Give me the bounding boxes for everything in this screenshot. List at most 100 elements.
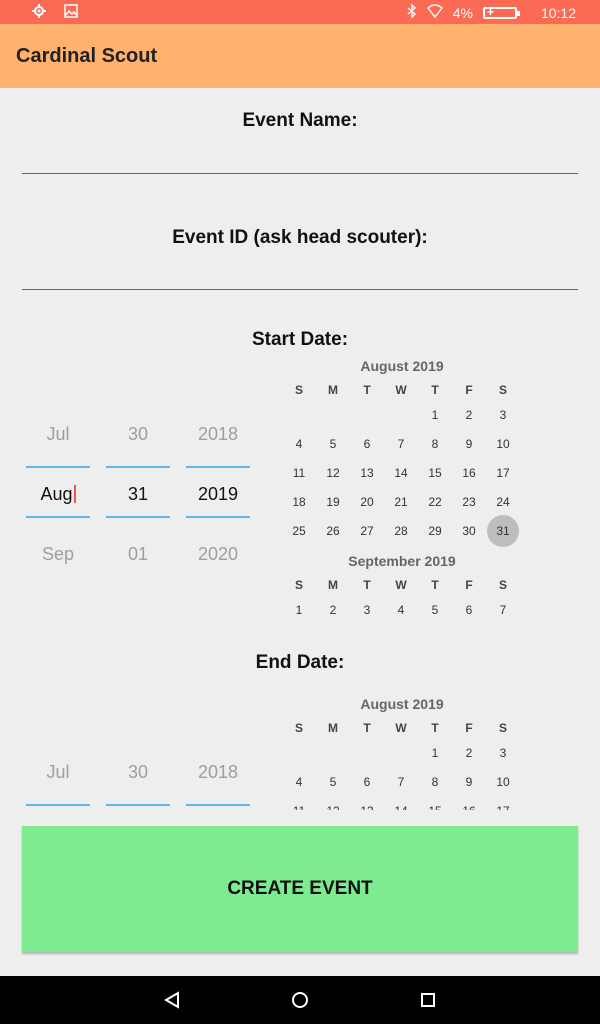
calendar-day[interactable]: 7: [384, 775, 418, 789]
end-year-spinner[interactable]: 2018: [186, 746, 250, 806]
start-month-next[interactable]: Sep: [26, 544, 90, 565]
calendar-day[interactable]: 28: [384, 524, 418, 538]
start-month-value: Aug: [40, 484, 73, 504]
event-name-label: Event Name:: [242, 110, 358, 131]
calendar-day[interactable]: 26: [316, 524, 350, 538]
event-name-underline: [22, 173, 578, 174]
calendar-day[interactable]: 2: [452, 746, 486, 760]
end-month-prev[interactable]: Jul: [26, 762, 90, 783]
calendar-day[interactable]: 4: [282, 775, 316, 789]
calendar-day[interactable]: 6: [350, 437, 384, 451]
calendar-day[interactable]: 12: [316, 466, 350, 480]
calendar-day[interactable]: 17: [486, 466, 520, 480]
calendar-day[interactable]: 22: [418, 495, 452, 509]
end-day-spinner[interactable]: 30: [106, 746, 170, 806]
calendar-day[interactable]: 1: [418, 408, 452, 422]
calendar-day[interactable]: 1: [282, 603, 316, 617]
calendar-day[interactable]: 14: [384, 804, 418, 810]
calendar-day[interactable]: 7: [384, 437, 418, 451]
calendar-weekday-header: M: [328, 578, 338, 592]
calendar-day[interactable]: 29: [418, 524, 452, 538]
calendar-day[interactable]: 17: [486, 804, 520, 810]
image-icon: [64, 4, 78, 23]
calendar-day[interactable]: 10: [486, 775, 520, 789]
start-day-next[interactable]: 01: [106, 544, 170, 565]
calendar-day[interactable]: 5: [418, 603, 452, 617]
calendar-day[interactable]: 15: [418, 466, 452, 480]
calendar-day[interactable]: 3: [350, 603, 384, 617]
recents-button[interactable]: [412, 984, 444, 1016]
calendar-day[interactable]: 3: [486, 746, 520, 760]
start-month-prev[interactable]: Jul: [26, 424, 90, 445]
event-name-input[interactable]: [22, 138, 578, 174]
calendar-day[interactable]: 5: [316, 775, 350, 789]
calendar-day[interactable]: 2: [452, 408, 486, 422]
calendar-weekday-header: T: [431, 721, 439, 735]
calendar-day[interactable]: 21: [384, 495, 418, 509]
start-year-current[interactable]: 2019: [186, 484, 250, 505]
calendar-day[interactable]: 15: [418, 804, 452, 810]
calendar-day[interactable]: 20: [350, 495, 384, 509]
text-cursor: [73, 485, 76, 503]
calendar-day[interactable]: 30: [452, 524, 486, 538]
calendar-day[interactable]: 9: [452, 775, 486, 789]
start-day-prev[interactable]: 30: [106, 424, 170, 445]
calendar-day[interactable]: 12: [316, 804, 350, 810]
calendar-day[interactable]: 14: [384, 466, 418, 480]
end-month-spinner[interactable]: Jul: [26, 746, 90, 806]
calendar-day[interactable]: 24: [486, 495, 520, 509]
calendar-day[interactable]: 16: [452, 466, 486, 480]
calendar-day[interactable]: 18: [282, 495, 316, 509]
start-year-prev[interactable]: 2018: [186, 424, 250, 445]
calendar-weekday-header: T: [431, 383, 439, 397]
start-year-next[interactable]: 2020: [186, 544, 250, 565]
calendar-day[interactable]: 4: [282, 437, 316, 451]
calendar-day[interactable]: 3: [486, 408, 520, 422]
start-month-spinner[interactable]: Jul Aug Sep: [26, 408, 90, 588]
calendar-weekday-header: W: [395, 578, 407, 592]
picker-divider: [26, 466, 90, 468]
battery-charging-icon: +: [482, 5, 520, 19]
calendar-day[interactable]: 2: [316, 603, 350, 617]
calendar-day[interactable]: 13: [350, 804, 384, 810]
calendar-weekday-header: T: [363, 578, 371, 592]
calendar-day[interactable]: 1: [418, 746, 452, 760]
home-button[interactable]: [284, 984, 316, 1016]
calendar-day[interactable]: 23: [452, 495, 486, 509]
calendar-day[interactable]: 27: [350, 524, 384, 538]
end-year-prev[interactable]: 2018: [186, 762, 250, 783]
calendar-day[interactable]: 8: [418, 437, 452, 451]
start-day-current[interactable]: 31: [106, 484, 170, 505]
picker-divider: [186, 804, 250, 806]
calendar-day[interactable]: 10: [486, 437, 520, 451]
calendar-month-title: September 2019: [348, 553, 456, 569]
end-day-prev[interactable]: 30: [106, 762, 170, 783]
calendar-day[interactable]: 11: [282, 804, 316, 810]
back-button[interactable]: [156, 984, 188, 1016]
calendar-day[interactable]: 6: [350, 775, 384, 789]
calendar-day[interactable]: 11: [282, 466, 316, 480]
start-day-spinner[interactable]: 30 31 01: [106, 408, 170, 588]
picker-divider: [186, 466, 250, 468]
event-id-input[interactable]: [22, 254, 578, 290]
start-year-spinner[interactable]: 2018 2019 2020: [186, 408, 250, 588]
battery-percent: 4%: [452, 4, 473, 21]
calendar-day[interactable]: 6: [452, 603, 486, 617]
calendar-weekday-header: S: [498, 721, 507, 735]
calendar-day[interactable]: 7: [486, 603, 520, 617]
calendar-day[interactable]: 19: [316, 495, 350, 509]
calendar-day[interactable]: 5: [316, 437, 350, 451]
calendar-day[interactable]: 4: [384, 603, 418, 617]
calendar-day[interactable]: 16: [452, 804, 486, 810]
calendar-day[interactable]: 8: [418, 775, 452, 789]
calendar-day[interactable]: 9: [452, 437, 486, 451]
calendar-weekday-header: W: [395, 383, 407, 397]
create-event-button[interactable]: CREATE EVENT: [22, 826, 578, 952]
picker-divider: [106, 804, 170, 806]
calendar-day[interactable]: 13: [350, 466, 384, 480]
start-month-current[interactable]: Aug: [26, 484, 90, 505]
calendar-day[interactable]: 31: [486, 524, 520, 538]
calendar-weekday-header: M: [328, 721, 338, 735]
calendar-day[interactable]: 25: [282, 524, 316, 538]
picker-divider: [106, 466, 170, 468]
